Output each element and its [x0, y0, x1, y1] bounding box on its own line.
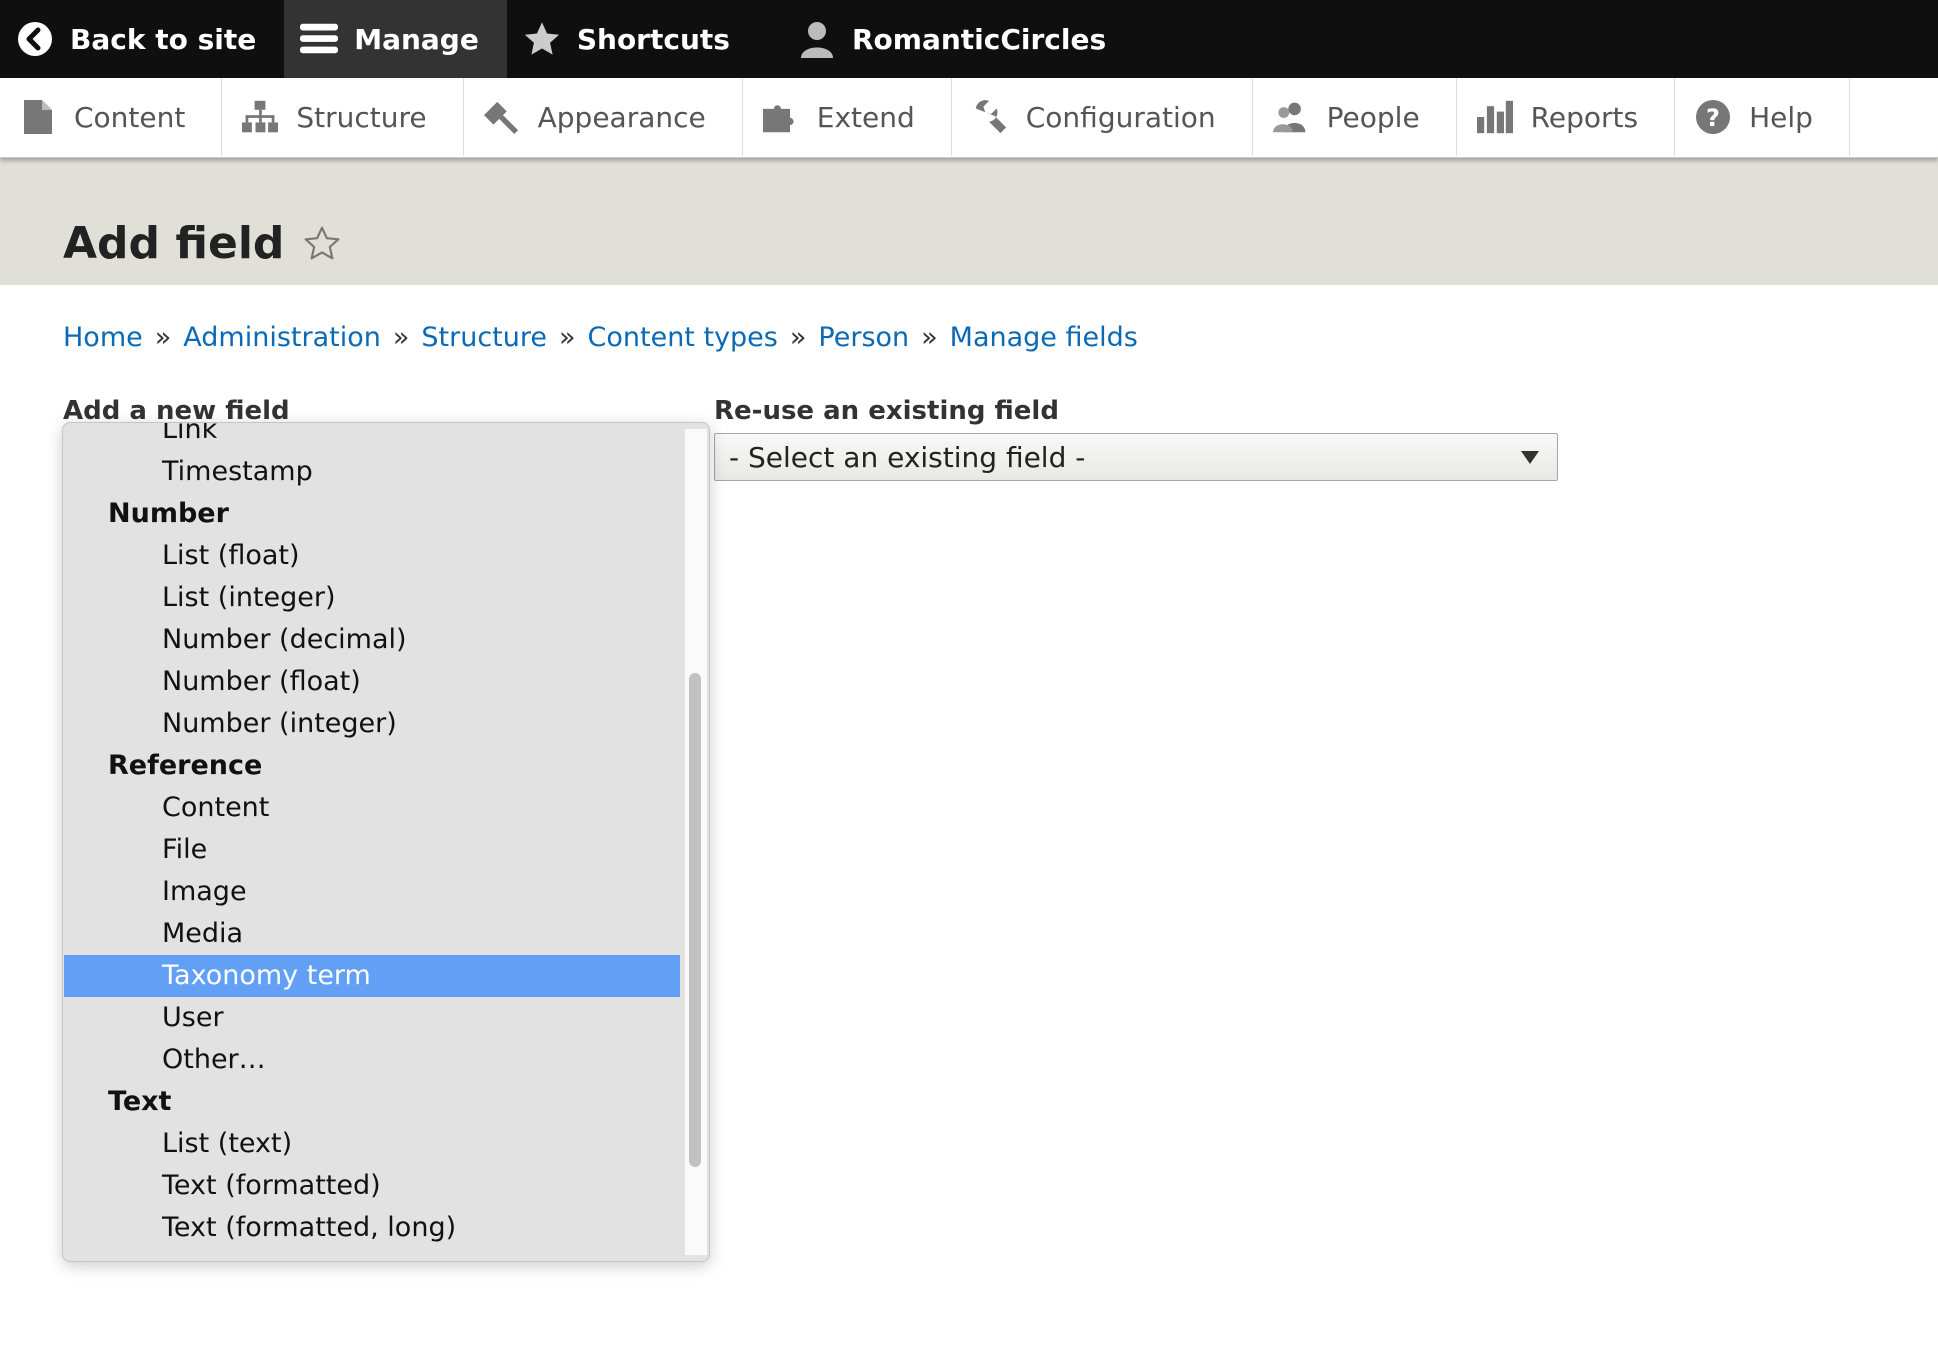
option-list-text[interactable]: List (text) — [64, 1123, 680, 1165]
optgroup-number: Number — [108, 498, 229, 529]
back-arrow-icon — [16, 20, 54, 58]
option-image[interactable]: Image — [64, 871, 680, 913]
page-title-text: Add field — [63, 218, 285, 269]
option-number-float[interactable]: Number (float) — [64, 661, 680, 703]
option-text-formatted[interactable]: Text (formatted) — [64, 1165, 680, 1207]
option-timestamp[interactable]: Timestamp — [64, 451, 680, 493]
bar-chart-icon — [1476, 99, 1513, 135]
breadcrumb-separator: » — [558, 322, 576, 353]
option-list-float[interactable]: List (float) — [64, 535, 680, 577]
breadcrumb-structure[interactable]: Structure — [421, 322, 547, 353]
option-link[interactable]: Link — [64, 423, 680, 451]
breadcrumb-administration[interactable]: Administration — [183, 322, 381, 353]
hamburger-menu-icon — [300, 20, 339, 58]
option-number-decimal[interactable]: Number (decimal) — [64, 619, 680, 661]
tray-item-structure[interactable]: Structure — [222, 78, 464, 156]
breadcrumb-separator: » — [789, 322, 807, 353]
tray-item-label: Structure — [296, 100, 427, 134]
option-list-integer[interactable]: List (integer) — [64, 577, 680, 619]
manage-tab[interactable]: Manage — [284, 0, 507, 78]
user-label: RomanticCircles — [851, 22, 1107, 56]
option-content[interactable]: Content — [64, 787, 680, 829]
tray-item-label: Configuration — [1025, 100, 1216, 134]
tray-item-label: Help — [1749, 100, 1813, 134]
option-text-formatted-long[interactable]: Text (formatted, long) — [64, 1207, 680, 1249]
back-to-site-link[interactable]: Back to site — [0, 0, 284, 78]
optgroup-reference: Reference — [108, 750, 263, 781]
option-user[interactable]: User — [64, 997, 680, 1039]
tray-item-label: Content — [74, 100, 186, 134]
breadcrumb-content-types[interactable]: Content types — [588, 322, 778, 353]
tray-item-help[interactable]: ? Help — [1675, 78, 1850, 156]
option-other[interactable]: Other… — [64, 1039, 680, 1081]
help-icon: ? — [1695, 99, 1731, 135]
shortcuts-tab[interactable]: Shortcuts — [507, 0, 758, 78]
admin-toolbar: Back to site Manage Shortcuts RomanticCi… — [0, 0, 1938, 78]
tray-item-configuration[interactable]: Configuration — [952, 78, 1253, 156]
user-tab[interactable]: RomanticCircles — [758, 0, 1134, 78]
paintbrush-icon — [483, 99, 520, 135]
breadcrumb-separator: » — [921, 322, 938, 353]
existing-field-select-value: - Select an existing field - — [729, 440, 1086, 474]
option-media[interactable]: Media — [64, 913, 680, 955]
dropdown-options: Link Timestamp Number List (float) List (int… — [64, 423, 680, 1249]
optgroup-text: Text — [108, 1086, 172, 1117]
tray-item-appearance[interactable]: Appearance — [464, 78, 743, 156]
manage-label: Manage — [354, 22, 479, 56]
star-icon — [523, 20, 561, 58]
breadcrumb-manage-fields[interactable]: Manage fields — [950, 322, 1138, 353]
tray-item-label: Reports — [1530, 100, 1639, 134]
document-icon — [20, 99, 56, 135]
tray-item-people[interactable]: People — [1253, 78, 1457, 156]
dropdown-arrow-icon — [1521, 451, 1539, 464]
field-type-dropdown-list[interactable]: Link Timestamp Number List (float) List (int… — [62, 422, 710, 1262]
dropdown-scrollbar-thumb[interactable] — [689, 673, 701, 1167]
tray-item-label: Appearance — [537, 100, 706, 134]
tray-item-content[interactable]: Content — [0, 78, 223, 156]
reuse-existing-field-label: Re-use an existing field — [714, 396, 1059, 426]
tray-item-extend[interactable]: Extend — [743, 78, 952, 156]
star-outline-icon[interactable] — [302, 224, 342, 264]
breadcrumb-person[interactable]: Person — [818, 322, 909, 353]
shortcuts-label: Shortcuts — [576, 22, 730, 56]
sitemap-icon — [242, 99, 279, 135]
breadcrumb-separator: » — [154, 322, 172, 353]
puzzle-icon — [762, 99, 799, 135]
breadcrumb: Home » Administration » Structure » Cont… — [63, 322, 1138, 353]
breadcrumb-home[interactable]: Home — [63, 322, 143, 353]
tray-item-label: People — [1326, 100, 1420, 134]
tray-item-label: Extend — [816, 100, 915, 134]
back-to-site-label: Back to site — [70, 22, 257, 56]
tray-item-reports[interactable]: Reports — [1457, 78, 1676, 156]
admin-tray: Content Structure Appearance Extend Conf… — [0, 78, 1938, 158]
page-title: Add field — [63, 218, 342, 269]
existing-field-select[interactable]: - Select an existing field - — [714, 433, 1558, 481]
breadcrumb-separator: » — [392, 322, 410, 353]
option-file[interactable]: File — [64, 829, 680, 871]
wrench-icon — [972, 99, 1008, 135]
svg-text:?: ? — [1706, 104, 1720, 132]
people-icon — [1272, 99, 1309, 135]
option-number-integer[interactable]: Number (integer) — [64, 703, 680, 745]
option-taxonomy-term[interactable]: Taxonomy term — [64, 955, 680, 997]
user-icon — [798, 20, 836, 58]
